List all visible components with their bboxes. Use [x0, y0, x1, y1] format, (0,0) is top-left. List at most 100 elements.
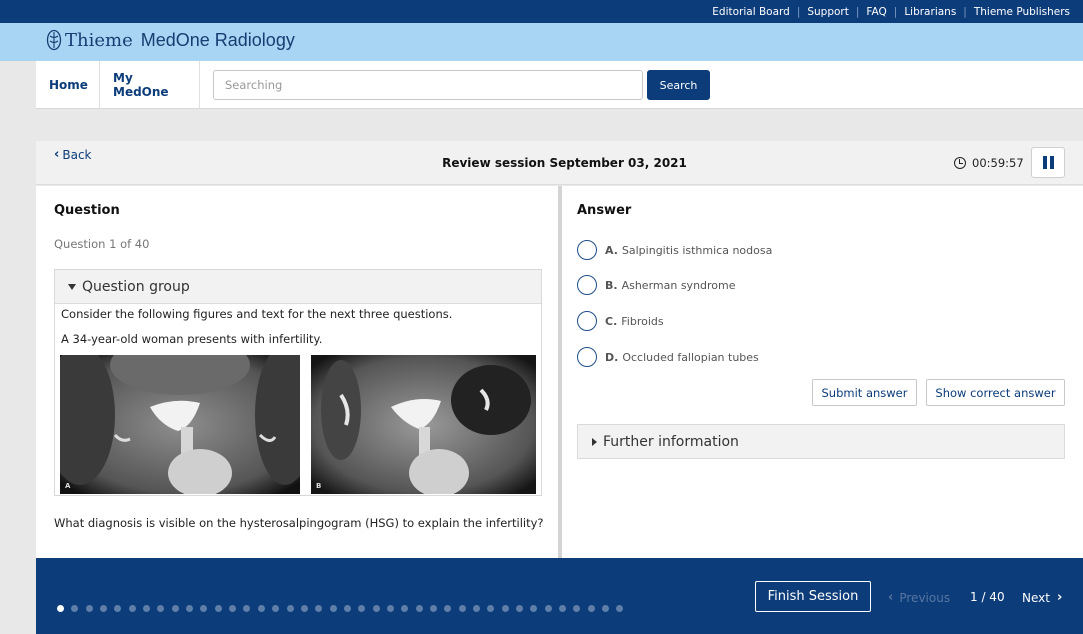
thieme-publishers-link[interactable]: Thieme Publishers [974, 6, 1070, 18]
session-timer: 00:59:57 [954, 156, 1024, 170]
answer-option-b[interactable]: B. Asherman syndrome [577, 275, 736, 295]
faq-link[interactable]: FAQ [866, 6, 886, 18]
question-dot[interactable] [429, 605, 437, 612]
option-text: Salpingitis isthmica nodosa [621, 243, 773, 257]
question-dot[interactable] [329, 605, 337, 612]
search-button[interactable]: Search [647, 70, 710, 100]
question-dot[interactable] [229, 605, 237, 612]
librarians-link[interactable]: Librarians [904, 6, 956, 18]
option-letter: D. [605, 350, 619, 364]
hsg-image-b[interactable]: B [311, 355, 536, 494]
session-header: ‹ Back Review session September 03, 2021… [36, 141, 1083, 185]
logo-company-name: Thieme [65, 29, 133, 51]
question-dot[interactable] [573, 605, 581, 612]
thieme-emblem-icon [46, 29, 62, 51]
question-dot[interactable] [272, 605, 280, 612]
question-dot[interactable] [602, 605, 610, 612]
question-dot[interactable] [358, 605, 366, 612]
question-dot[interactable] [616, 605, 624, 612]
radio-button[interactable] [577, 275, 597, 295]
question-dot[interactable] [559, 605, 567, 612]
utility-links: Editorial Board | Support | FAQ | Librar… [712, 6, 1070, 18]
option-letter: C. [605, 314, 618, 328]
question-group-toggle[interactable]: Question group [55, 270, 541, 304]
question-dot[interactable] [114, 605, 122, 612]
previous-label: Previous [899, 590, 951, 605]
question-dot[interactable] [100, 605, 108, 612]
pause-icon [1042, 156, 1047, 169]
search-input[interactable]: Searching [213, 70, 643, 100]
next-button[interactable]: Next › [1022, 590, 1062, 605]
answer-option-d[interactable]: D. Occluded fallopian tubes [577, 347, 759, 367]
previous-button[interactable]: ‹ Previous [888, 590, 950, 605]
question-dot[interactable] [415, 605, 423, 612]
case-text: A 34-year-old woman presents with infert… [61, 332, 323, 346]
question-stem: What diagnosis is visible on the hystero… [54, 516, 544, 530]
separator: | [796, 6, 801, 18]
main-nav: Home My MedOne Searching Search [36, 61, 1083, 109]
question-dot[interactable] [315, 605, 323, 612]
question-dot[interactable] [214, 605, 222, 612]
question-panel: Question Question 1 of 40 Question group… [36, 186, 558, 558]
answer-panel: Answer A. Salpingitis isthmica nodosa B.… [562, 186, 1083, 558]
question-dot[interactable] [171, 605, 179, 612]
question-dot[interactable] [458, 605, 466, 612]
further-information-label: Further information [603, 433, 739, 450]
question-dot[interactable] [243, 605, 251, 612]
question-dot[interactable] [300, 605, 308, 612]
answer-option-a[interactable]: A. Salpingitis isthmica nodosa [577, 240, 772, 260]
caret-right-icon [592, 437, 597, 446]
nav-my-medone[interactable]: My MedOne [100, 61, 200, 109]
radio-button[interactable] [577, 311, 597, 331]
question-dot[interactable] [501, 605, 509, 612]
question-counter: Question 1 of 40 [54, 237, 150, 251]
question-dot[interactable] [372, 605, 380, 612]
question-dot[interactable] [386, 605, 394, 612]
question-dot[interactable] [472, 605, 480, 612]
submit-answer-button[interactable]: Submit answer [812, 379, 917, 406]
option-letter: A. [605, 243, 618, 257]
hsg-image-a[interactable]: A [60, 355, 300, 494]
radio-button[interactable] [577, 347, 597, 367]
question-dot[interactable] [128, 605, 136, 612]
option-text: Fibroids [621, 314, 664, 328]
further-information-toggle[interactable]: Further information [577, 424, 1065, 459]
answer-heading: Answer [577, 203, 632, 218]
question-dot[interactable] [143, 605, 151, 612]
option-text: Asherman syndrome [621, 278, 736, 292]
hsg-xray-a-image [60, 355, 300, 494]
option-letter: B. [605, 278, 618, 292]
question-dot[interactable] [530, 605, 538, 612]
editorial-board-link[interactable]: Editorial Board [712, 6, 790, 18]
question-dot[interactable] [343, 605, 351, 612]
question-progress-dots [57, 605, 631, 612]
question-dot[interactable] [487, 605, 495, 612]
support-link[interactable]: Support [807, 6, 849, 18]
question-dot[interactable] [71, 605, 79, 612]
site-logo[interactable]: Thieme MedOne Radiology [46, 29, 295, 51]
radio-button[interactable] [577, 240, 597, 260]
question-dot[interactable] [85, 605, 93, 612]
question-dot[interactable] [516, 605, 523, 612]
question-dot[interactable] [200, 605, 208, 612]
question-dot[interactable] [444, 605, 452, 612]
question-dot[interactable] [587, 605, 595, 612]
question-dot[interactable] [57, 605, 64, 612]
separator: | [893, 6, 898, 18]
clock-icon [954, 157, 966, 169]
answer-option-c[interactable]: C. Fibroids [577, 311, 664, 331]
question-dot[interactable] [157, 605, 165, 612]
pause-button[interactable] [1031, 147, 1065, 178]
question-dot[interactable] [186, 605, 194, 612]
question-dot[interactable] [544, 605, 552, 612]
separator: | [855, 6, 860, 18]
question-dot[interactable] [286, 605, 294, 612]
question-dot[interactable] [257, 605, 265, 612]
chevron-right-icon: › [1056, 590, 1063, 605]
separator: | [963, 6, 967, 18]
show-correct-answer-button[interactable]: Show correct answer [926, 379, 1065, 406]
session-footer: Finish Session ‹ Previous 1 / 40 Next › [36, 558, 1083, 634]
finish-session-button[interactable]: Finish Session [755, 581, 871, 612]
nav-home[interactable]: Home [36, 61, 100, 109]
question-dot[interactable] [401, 605, 409, 612]
